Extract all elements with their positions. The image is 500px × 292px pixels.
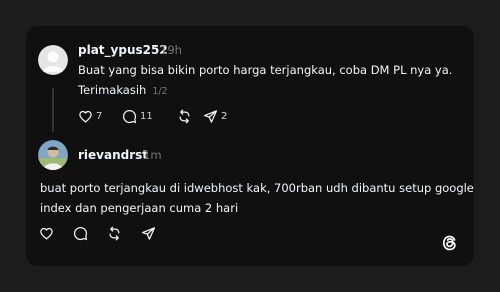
- comment-icon: [122, 109, 137, 123]
- post-2-text-line-2: index dan pengerjaan cuma 2 hari: [40, 201, 239, 215]
- send-icon: [203, 109, 218, 123]
- repost-button[interactable]: [177, 109, 203, 124]
- heart-icon: [79, 110, 92, 122]
- post-2-text: buat porto terjangkau di idwebhost kak, …: [40, 178, 474, 218]
- like-count: 7: [96, 110, 103, 122]
- user-photo-avatar: [38, 140, 68, 170]
- post-2-time[interactable]: 1m: [143, 148, 162, 163]
- default-avatar-icon: [38, 45, 68, 75]
- post-2-text-line-1: buat porto terjangkau di idwebhost kak, …: [40, 181, 474, 195]
- post-2-actions: [39, 225, 161, 241]
- reply-button[interactable]: 11: [122, 109, 177, 124]
- repost-icon: [109, 226, 120, 240]
- comment-icon: [73, 226, 88, 240]
- reply-button[interactable]: [73, 226, 107, 241]
- post-2-username[interactable]: rievandrst: [78, 148, 148, 163]
- thread-line: [52, 88, 54, 132]
- heart-icon: [40, 227, 53, 239]
- post-1-text-line-2: Terimakasih: [78, 83, 147, 97]
- threads-logo-icon: [440, 233, 460, 253]
- repost-button[interactable]: [107, 226, 141, 241]
- post-1-avatar[interactable]: [38, 45, 68, 75]
- post-1-time[interactable]: 19h: [160, 43, 182, 58]
- post-2-avatar[interactable]: [38, 140, 68, 170]
- like-button[interactable]: 7: [78, 109, 122, 124]
- reply-count: 11: [140, 110, 153, 122]
- post-1-username[interactable]: plat_ypus252: [78, 43, 168, 58]
- page-indicator: 1/2: [152, 86, 168, 97]
- post-1-text-line-1: Buat yang bisa bikin porto harga terjang…: [78, 63, 453, 77]
- send-icon: [141, 226, 156, 240]
- post-1-actions: 7 11 2: [78, 108, 233, 124]
- repost-icon: [179, 109, 190, 123]
- like-button[interactable]: [39, 226, 73, 241]
- post-card: plat_ypus252 19h Buat yang bisa bikin po…: [26, 26, 474, 266]
- share-button[interactable]: 2: [203, 109, 233, 124]
- share-button[interactable]: [141, 226, 161, 241]
- post-1-text: Buat yang bisa bikin porto harga terjang…: [78, 60, 452, 102]
- share-count: 2: [221, 110, 228, 122]
